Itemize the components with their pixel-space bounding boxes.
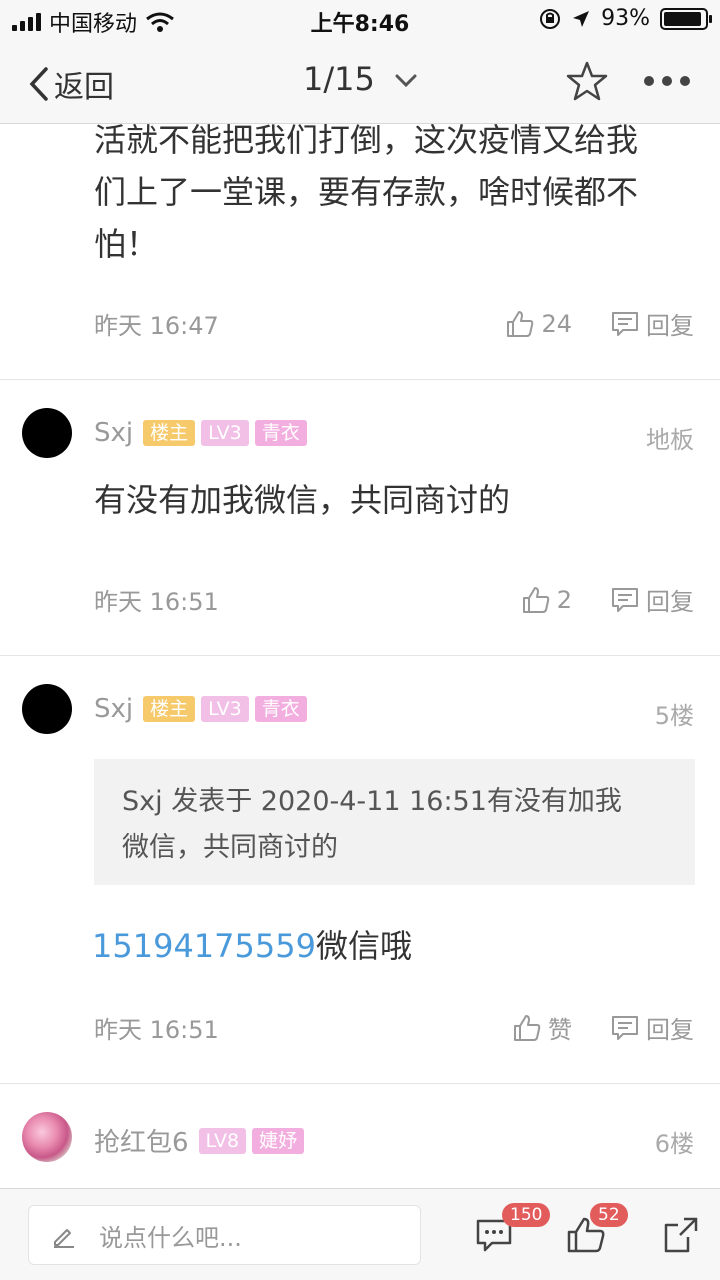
page-selector[interactable]: 1/15 (0, 60, 720, 98)
user-line: 抢红包6 LV8 婕妤 (94, 1122, 305, 1159)
host-badge: 楼主 (143, 696, 196, 722)
quote-box: Sxj 发表于 2020-4-11 16:51有没有加我 微信，共同商讨的 (94, 759, 695, 885)
avatar[interactable] (22, 684, 72, 734)
likes-button[interactable]: 52 (566, 1203, 628, 1259)
username[interactable]: Sxj (94, 694, 133, 724)
like-button[interactable]: 2 (521, 585, 572, 615)
comment-meta: 昨天 16:47 24 回复 (94, 306, 694, 341)
reply-button[interactable]: 回复 (610, 306, 694, 341)
quote-wrapper: Sxj 发表于 2020-4-11 16:51有没有加我 微信，共同商讨的 (0, 759, 720, 885)
comment-meta: 昨天 16:51 2 回复 (94, 582, 694, 617)
comment-list[interactable]: 活就不能把我们打倒，这次疫情又给我 们上了一堂课，要有存款，啥时候都不 怕！ 昨… (0, 124, 720, 1188)
title-badge: 婕妤 (252, 1127, 305, 1154)
level-badge: LV8 (198, 1127, 247, 1154)
status-right: 93% (539, 6, 712, 31)
battery-percent: 93% (601, 6, 650, 31)
thumbs-up-icon (514, 1014, 541, 1041)
comment-input[interactable]: 说点什么吧... (28, 1205, 421, 1265)
floor-label: 6楼 (654, 1130, 694, 1158)
share-icon (664, 1217, 698, 1253)
floor-label: 5楼 (654, 702, 694, 730)
reply-label: 回复 (646, 1016, 694, 1044)
divider (0, 379, 720, 380)
bottom-bar: 说点什么吧... 150 52 (0, 1188, 720, 1280)
comment-time: 昨天 16:51 (94, 1016, 219, 1044)
comments-button[interactable]: 150 (474, 1203, 551, 1259)
thumbs-up-icon (507, 310, 534, 337)
floor-label: 地板 (646, 426, 694, 454)
like-count: 24 (541, 309, 572, 338)
battery-icon (660, 7, 712, 30)
like-label: 赞 (548, 1016, 572, 1044)
location-icon (573, 10, 590, 27)
phone-link[interactable]: 15194175559 (92, 927, 316, 965)
title-badge: 青衣 (254, 420, 307, 446)
user-line: Sxj 楼主 LV3 青衣 (94, 694, 307, 724)
comment-placeholder: 说点什么吧... (99, 1223, 242, 1252)
comment-icon (612, 311, 638, 336)
reply-button[interactable]: 回复 (610, 1010, 694, 1045)
thumbs-up-icon (522, 586, 549, 613)
chevron-down-icon (395, 74, 417, 88)
comment-text-suffix: 微信哦 (315, 927, 412, 965)
like-button[interactable]: 赞 (512, 1010, 572, 1045)
reply-button[interactable]: 回复 (610, 582, 694, 617)
like-button[interactable]: 24 (505, 309, 572, 339)
title-badge: 青衣 (254, 696, 307, 722)
comment-count-badge: 150 (502, 1203, 551, 1227)
comment-icon (612, 587, 638, 612)
reply-label: 回复 (646, 588, 694, 616)
page-indicator: 1/15 (302, 60, 375, 98)
username[interactable]: 抢红包6 (94, 1122, 189, 1159)
share-button[interactable] (662, 1215, 700, 1259)
reply-label: 回复 (646, 312, 694, 340)
level-badge: LV3 (201, 420, 249, 446)
avatar[interactable] (22, 408, 72, 458)
comment-time: 昨天 16:47 (94, 312, 219, 340)
username[interactable]: Sxj (94, 418, 133, 448)
avatar[interactable] (22, 1112, 72, 1162)
divider (0, 655, 720, 656)
user-line: Sxj 楼主 LV3 青衣 (94, 418, 307, 448)
comment-text: 活就不能把我们打倒，这次疫情又给我 们上了一堂课，要有存款，啥时候都不 怕！ (94, 124, 639, 263)
host-badge: 楼主 (143, 420, 196, 446)
more-icon[interactable] (644, 76, 690, 86)
like-count-badge: 52 (590, 1203, 628, 1227)
divider (0, 1083, 720, 1084)
status-bar: 中国移动 上午8:46 93% (0, 0, 720, 40)
like-count: 2 (556, 585, 572, 614)
comment-time: 昨天 16:51 (94, 588, 219, 616)
level-badge: LV3 (201, 696, 249, 722)
rotation-lock-icon (540, 8, 561, 29)
star-icon[interactable] (566, 60, 608, 102)
comment-text: 有没有加我微信，共同商讨的 (94, 481, 511, 519)
comment-text: 15194175559微信哦 (92, 920, 412, 972)
comment-icon (612, 1015, 638, 1040)
comment-meta: 昨天 16:51 赞 回复 (94, 1010, 694, 1045)
battery-fill (664, 11, 702, 26)
pencil-icon (54, 1229, 74, 1248)
nav-bar: 返回 1/15 (0, 40, 720, 124)
